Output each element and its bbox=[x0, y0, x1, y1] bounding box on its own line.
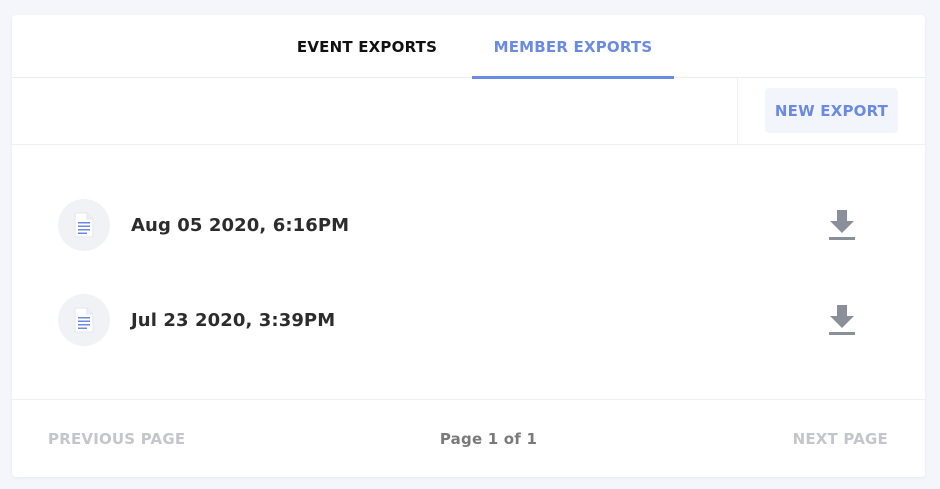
tab-member-exports-label: MEMBER EXPORTS bbox=[493, 37, 653, 56]
exports-card: EVENT EXPORTS MEMBER EXPORTS NEW EXPORT bbox=[12, 15, 925, 477]
new-export-button[interactable]: NEW EXPORT bbox=[765, 88, 898, 133]
export-date: Jul 23 2020, 3:39PM bbox=[131, 309, 336, 331]
file-avatar bbox=[58, 199, 110, 251]
document-icon bbox=[74, 307, 94, 333]
toolbar: NEW EXPORT bbox=[12, 78, 925, 145]
tab-member-exports[interactable]: MEMBER EXPORTS bbox=[472, 15, 674, 79]
export-date: Aug 05 2020, 6:16PM bbox=[131, 214, 350, 236]
next-page-button[interactable]: NEXT PAGE bbox=[793, 400, 888, 477]
pagination: PREVIOUS PAGE Page 1 of 1 NEXT PAGE bbox=[12, 399, 925, 477]
download-icon bbox=[829, 305, 855, 335]
list-item: Aug 05 2020, 6:16PM bbox=[12, 195, 925, 255]
document-icon bbox=[74, 212, 94, 238]
download-icon bbox=[829, 210, 855, 240]
tab-event-exports[interactable]: EVENT EXPORTS bbox=[262, 15, 472, 78]
page-indicator: Page 1 of 1 bbox=[439, 430, 538, 448]
export-tabs: EVENT EXPORTS MEMBER EXPORTS bbox=[12, 15, 925, 79]
list-item: Jul 23 2020, 3:39PM bbox=[12, 290, 925, 350]
file-avatar bbox=[58, 294, 110, 346]
download-button[interactable] bbox=[824, 207, 860, 243]
download-button[interactable] bbox=[824, 302, 860, 338]
tab-event-exports-label: EVENT EXPORTS bbox=[296, 37, 438, 56]
toolbar-divider bbox=[737, 78, 738, 145]
